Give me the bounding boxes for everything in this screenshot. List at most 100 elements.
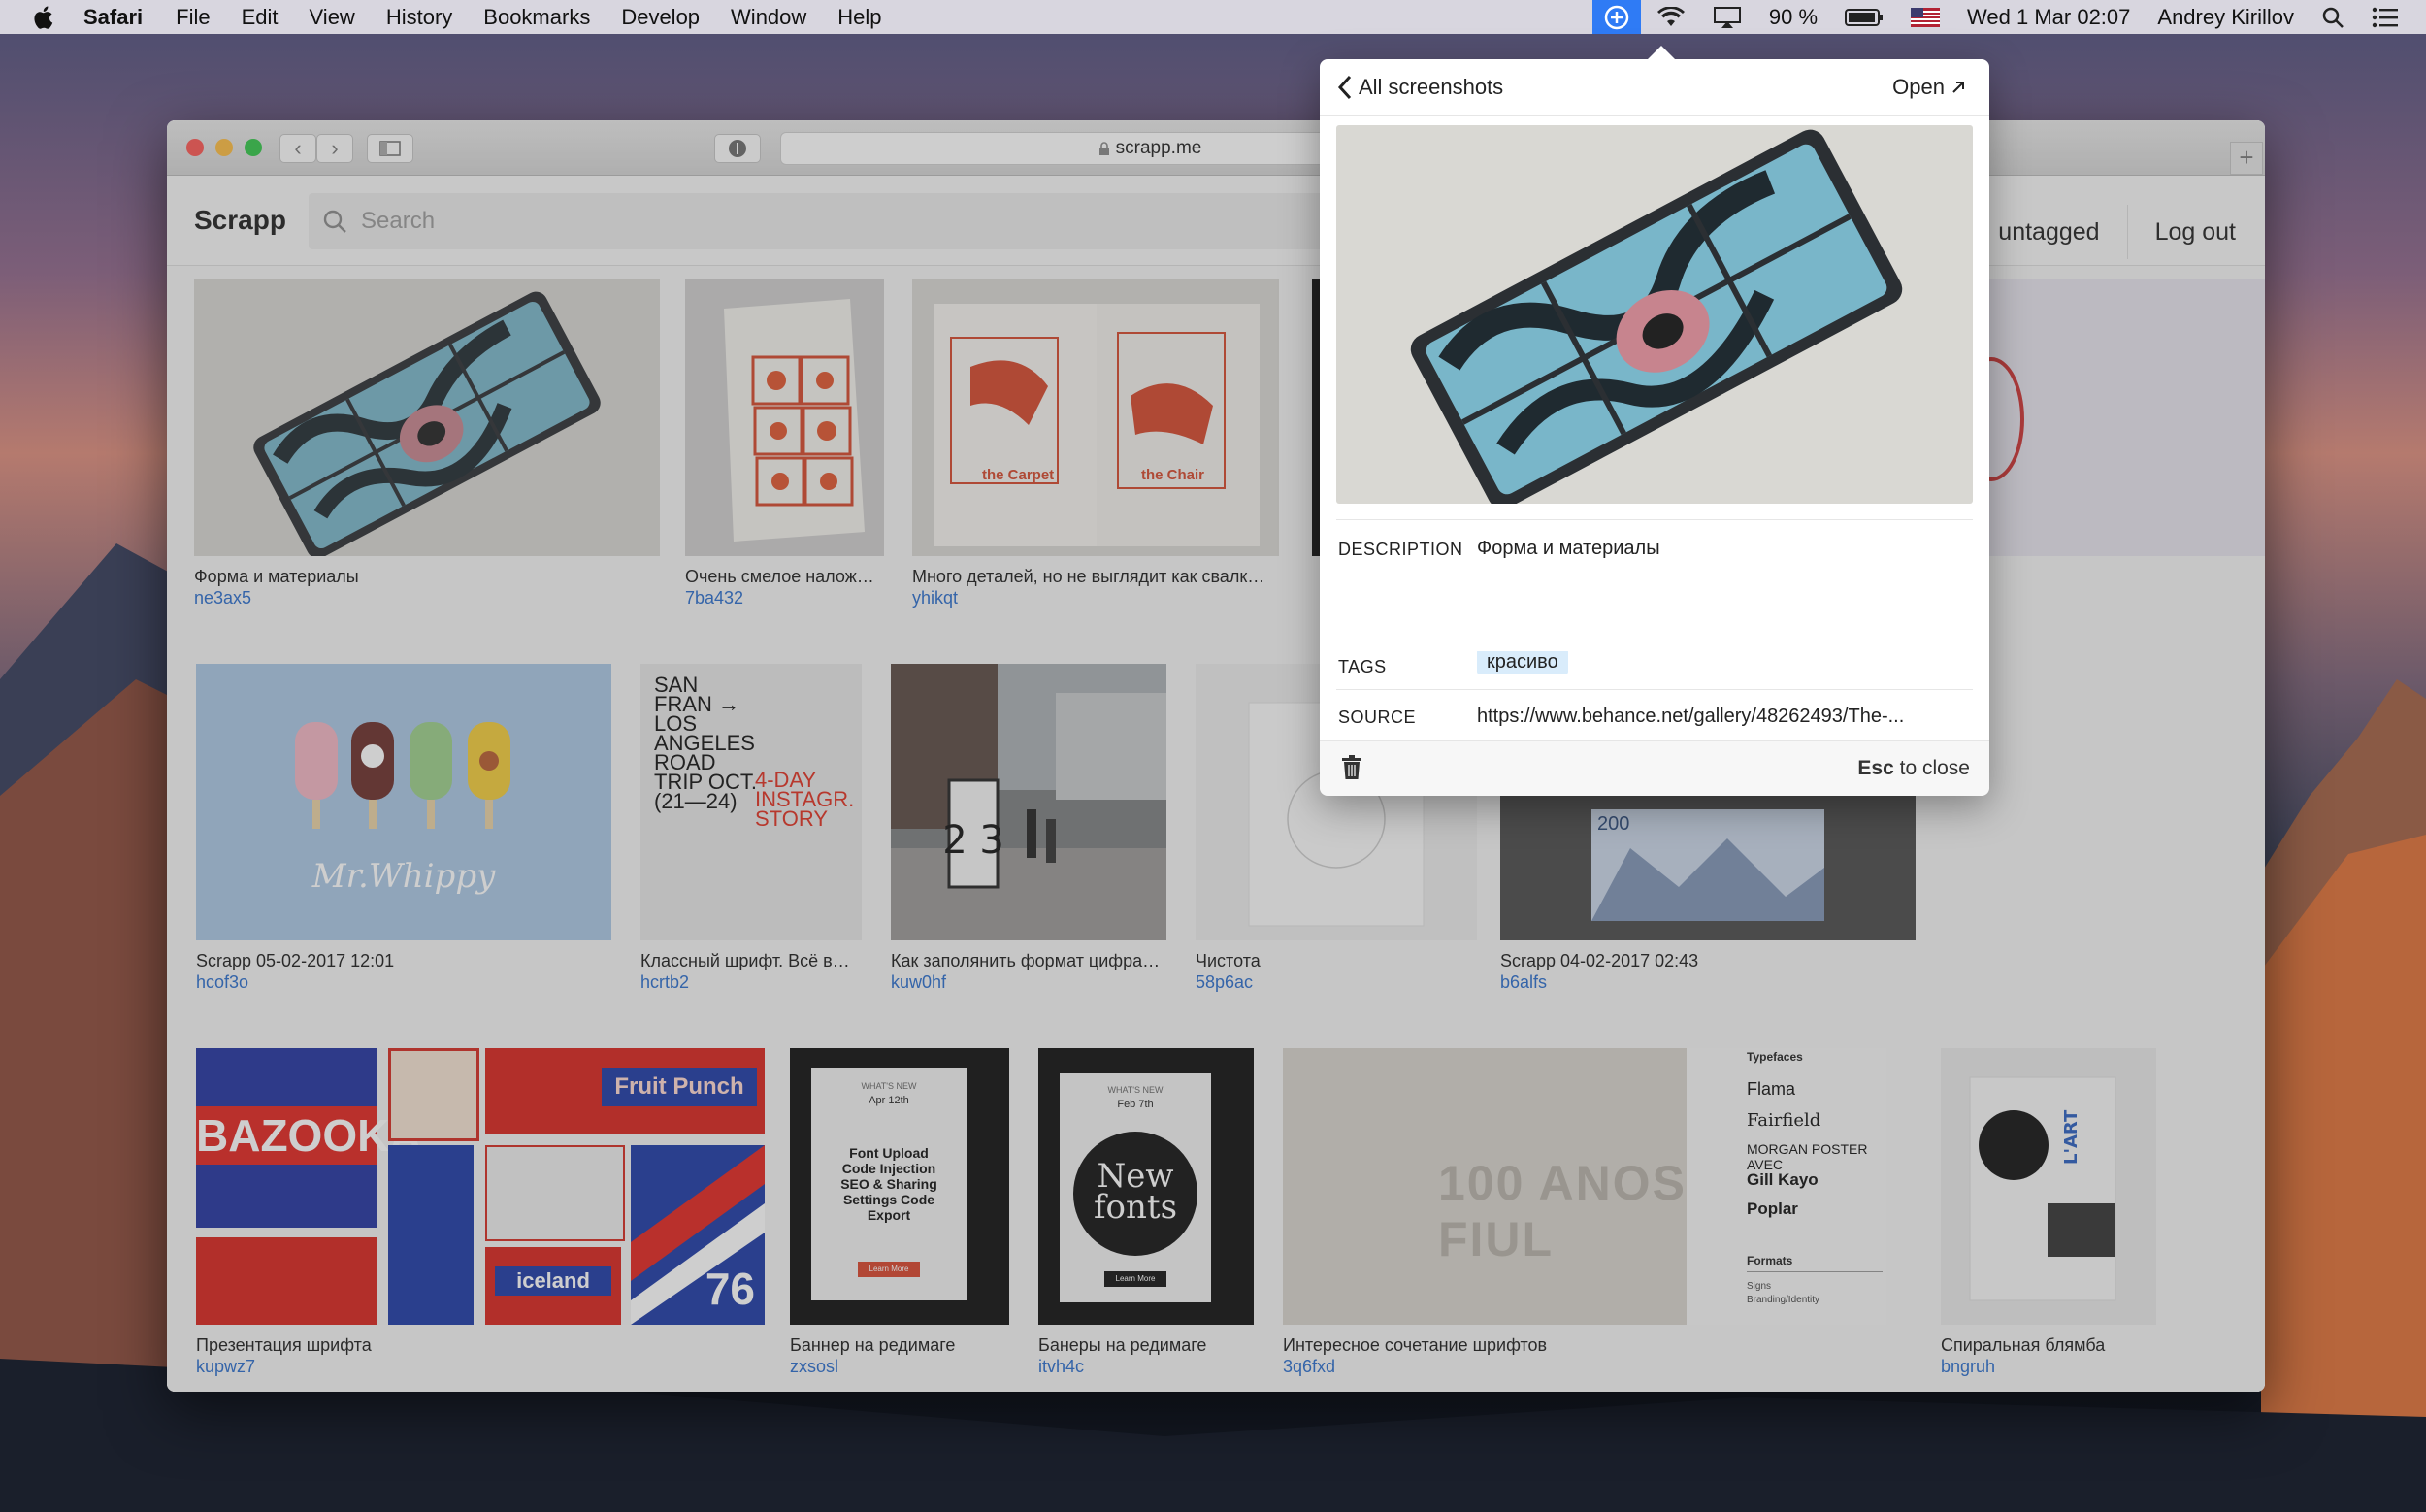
lock-icon <box>1098 142 1109 155</box>
notification-center-icon[interactable] <box>2372 7 2399 28</box>
card-slug[interactable]: ne3ax5 <box>194 588 251 608</box>
open-label: Open <box>1892 75 1945 99</box>
screenshot-thumbnail[interactable]: the Carpet the Chair <box>912 279 1279 556</box>
screenshot-thumbnail[interactable]: 2 3 <box>891 664 1166 940</box>
new-tab-button[interactable]: + <box>2230 142 2263 175</box>
banner-date: Feb 7th <box>1117 1099 1154 1110</box>
close-window-button[interactable] <box>186 139 204 156</box>
screenshot-thumbnail[interactable]: Mr.Whippy <box>196 664 611 940</box>
card-caption: Спиральная блямба <box>1941 1335 2106 1355</box>
scrapp-tray-icon[interactable] <box>1591 0 1641 34</box>
screenshot-card[interactable]: 100 ANOS FIUL Typefaces Flama Fairfield … <box>1283 1048 1886 1378</box>
menu-window[interactable]: Window <box>731 5 806 30</box>
jungle-fruit-wrapper <box>196 1237 377 1325</box>
screenshot-card[interactable]: WHAT'S NEW Apr 12th Font Upload Code Inj… <box>790 1048 1009 1378</box>
typeface-3: MORGAN POSTER AVEC <box>1747 1141 1868 1172</box>
menu-view[interactable]: View <box>310 5 355 30</box>
menu-develop[interactable]: Develop <box>621 5 700 30</box>
screenshot-preview-image[interactable] <box>1336 125 1973 504</box>
screenshot-card[interactable]: 2 3 Как заполянить формат цифра… kuw0hf <box>891 664 1166 994</box>
card-slug[interactable]: yhikqt <box>912 588 958 608</box>
card-slug[interactable]: bngruh <box>1941 1357 1995 1377</box>
back-button[interactable]: ‹ <box>279 134 316 163</box>
extension-button[interactable] <box>714 134 761 163</box>
screenshot-thumbnail[interactable]: SAN FRAN → LOS ANGELES ROAD TRIP OCT. (2… <box>640 664 862 940</box>
screenshot-thumbnail[interactable]: BAZOOKA Fruit Punch iceland 76 <box>196 1048 765 1325</box>
card-slug[interactable]: hcof3o <box>196 972 248 993</box>
zoom-window-button[interactable] <box>245 139 262 156</box>
esc-key: Esc <box>1857 757 1894 779</box>
airplay-icon[interactable] <box>1713 6 1742 29</box>
stone-relief-image: 100 ANOS FIUL <box>1283 1048 1687 1325</box>
screenshot-card[interactable]: Форма и материалы ne3ax5 <box>194 279 660 609</box>
minimize-window-button[interactable] <box>215 139 233 156</box>
card-slug[interactable]: kupwz7 <box>196 1357 255 1377</box>
screenshot-card[interactable]: Mr.Whippy Scrapp 05-02-2017 12:01 hcof3o <box>196 664 611 994</box>
screenshot-thumbnail[interactable] <box>194 279 660 556</box>
wifi-icon[interactable] <box>1656 6 1686 28</box>
screenshot-thumbnail[interactable]: 100 ANOS FIUL Typefaces Flama Fairfield … <box>1283 1048 1886 1325</box>
screenshot-card[interactable]: BAZOOKA Fruit Punch iceland 76 Презентац… <box>196 1048 765 1378</box>
whats-new-label: WHAT'S NEW <box>861 1081 917 1091</box>
typeface-5: Poplar <box>1747 1200 1798 1218</box>
thumb-text-sanfran: SAN FRAN → LOS ANGELES ROAD TRIP OCT. (2… <box>654 673 757 813</box>
clock[interactable]: Wed 1 Mar 02:07 <box>1967 5 2130 30</box>
user-name[interactable]: Andrey Kirillov <box>2157 5 2294 30</box>
screenshot-thumbnail[interactable]: WHAT'S NEW Apr 12th Font Upload Code Inj… <box>790 1048 1009 1325</box>
whats-new-label: WHAT'S NEW <box>1107 1085 1164 1095</box>
us-flag-icon[interactable] <box>1911 7 1941 27</box>
screenshot-card[interactable]: WHAT'S NEW Feb 7th New fonts Learn More … <box>1038 1048 1254 1378</box>
card-slug[interactable]: 7ba432 <box>685 588 743 608</box>
menu-file[interactable]: File <box>176 5 210 30</box>
forward-button[interactable]: › <box>316 134 353 163</box>
tag-chip[interactable]: красиво <box>1477 651 1568 674</box>
screenshot-card[interactable]: L'ART Спиральная блямба bngruh <box>1941 1048 2156 1378</box>
fruit-punch-text: Fruit Punch <box>602 1068 757 1106</box>
sidebar-toggle-button[interactable] <box>367 134 413 163</box>
spiral-stamp-image: L'ART <box>1969 1076 2116 1301</box>
book-spread-image <box>934 304 1260 546</box>
card-slug[interactable]: zxsosl <box>790 1357 838 1377</box>
menu-help[interactable]: Help <box>837 5 881 30</box>
card-slug[interactable]: kuw0hf <box>891 972 946 993</box>
modular-phone-image <box>1410 129 1903 504</box>
all-screenshots-button[interactable]: All screenshots <box>1337 75 1503 100</box>
menu-edit[interactable]: Edit <box>242 5 279 30</box>
spotlight-search-icon[interactable] <box>2321 6 2344 29</box>
screenshot-detail-popover: All screenshots Open DESCRIPTION Форма и… <box>1320 46 1989 796</box>
card-caption: Интересное сочетание шрифтов <box>1283 1335 1548 1355</box>
tags-field[interactable]: красиво <box>1477 651 1568 674</box>
trash-icon[interactable] <box>1341 755 1362 780</box>
menu-history[interactable]: History <box>386 5 452 30</box>
search-input[interactable]: Search <box>309 193 1357 249</box>
sidebar-icon <box>379 141 401 156</box>
untagged-link[interactable]: untagged <box>1998 218 2099 247</box>
screenshot-card[interactable]: the Carpet the Chair Много деталей, но н… <box>912 279 1279 609</box>
description-field[interactable]: Форма и материалы <box>1477 538 1962 560</box>
screenshot-card[interactable]: SAN FRAN → LOS ANGELES ROAD TRIP OCT. (2… <box>640 664 862 994</box>
card-slug[interactable]: 58p6ac <box>1196 972 1253 993</box>
esc-to-close-hint: Esc to close <box>1857 757 1970 780</box>
card-slug[interactable]: itvh4c <box>1038 1357 1084 1377</box>
open-button[interactable]: Open <box>1892 75 1966 100</box>
screenshot-card[interactable] <box>1958 279 2265 556</box>
card-slug[interactable]: hcrtb2 <box>640 972 689 993</box>
card-caption: Очень смелое налож… <box>685 567 874 586</box>
screenshot-thumbnail[interactable]: WHAT'S NEW Feb 7th New fonts Learn More <box>1038 1048 1254 1325</box>
screenshot-card[interactable]: Очень смелое налож… 7ba432 <box>685 279 884 609</box>
menu-card-image <box>724 299 865 542</box>
apple-icon[interactable] <box>33 4 56 31</box>
menu-safari[interactable]: Safari <box>83 5 143 30</box>
new-fonts-text: New fonts <box>1093 1157 1178 1227</box>
scrapp-logo[interactable]: Scrapp <box>194 205 286 236</box>
card-slug[interactable]: 3q6fxd <box>1283 1357 1335 1377</box>
screenshot-thumbnail[interactable] <box>685 279 884 556</box>
card-slug[interactable]: b6alfs <box>1500 972 1547 993</box>
screenshot-thumbnail[interactable]: L'ART <box>1941 1048 2156 1325</box>
logout-button[interactable]: Log out <box>2155 218 2236 247</box>
menu-bookmarks[interactable]: Bookmarks <box>483 5 590 30</box>
card-caption: Банеры на редимаге <box>1038 1335 1207 1355</box>
source-link[interactable]: https://www.behance.net/gallery/48262493… <box>1477 706 1970 728</box>
card-caption: Баннер на редимаге <box>790 1335 956 1355</box>
battery-icon[interactable] <box>1845 8 1884 27</box>
